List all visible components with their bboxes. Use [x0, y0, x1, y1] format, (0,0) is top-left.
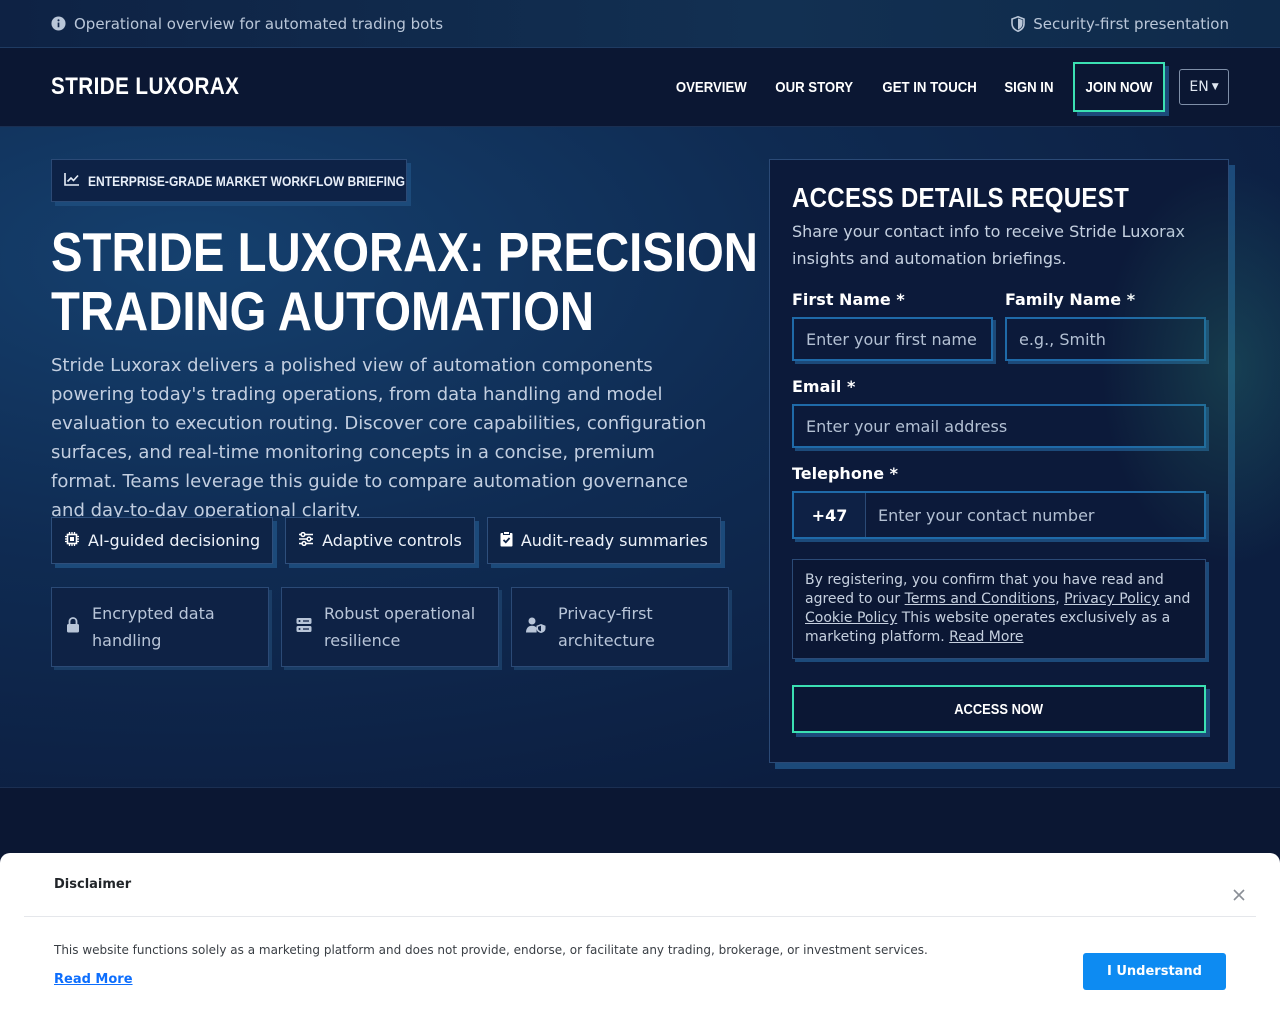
card-operational-resilience: Robust operational resilience — [281, 587, 499, 667]
info-right: Security-first presentation — [1011, 15, 1229, 33]
disclaimer-text: This website functions solely as a marke… — [54, 943, 928, 957]
first-name-input[interactable] — [792, 317, 993, 361]
form-title: ACCESS DETAILS REQUEST — [792, 182, 1130, 213]
cookie-policy-link[interactable]: Cookie Policy — [805, 610, 897, 626]
join-now-button[interactable]: JOIN NOW — [1073, 62, 1165, 112]
privacy-policy-link[interactable]: Privacy Policy — [1064, 591, 1159, 607]
chip-label: Audit-ready summaries — [520, 531, 708, 550]
telephone-input[interactable] — [866, 493, 1204, 537]
feature-chips: AI-guided decisioning Adaptive controls … — [51, 517, 721, 564]
info-text: Operational overview for automated tradi… — [74, 14, 444, 33]
card-label: Privacy-first architecture — [558, 604, 655, 650]
site-header: STRIDE LUXORAX OVERVIEW OUR STORY GET IN… — [0, 48, 1280, 127]
form-subtitle: Share your contact info to receive Strid… — [792, 222, 1186, 268]
family-name-label: Family Name * — [1005, 290, 1136, 309]
clipboard-check-icon — [500, 530, 513, 551]
card-privacy-first: Privacy-first architecture — [511, 587, 729, 667]
consent-read-more-link[interactable]: Read More — [949, 629, 1023, 645]
eyebrow-badge: ENTERPRISE-GRADE MARKET WORKFLOW BRIEFIN… — [51, 159, 407, 202]
security-text: Security-first presentation — [1033, 14, 1229, 33]
hero-title-line-2: TRADING AUTOMATION — [51, 280, 595, 342]
terms-link[interactable]: Terms and Conditions — [905, 591, 1056, 607]
logo[interactable]: STRIDE LUXORAX — [51, 73, 239, 101]
info-icon — [51, 16, 66, 31]
eyebrow-text: ENTERPRISE-GRADE MARKET WORKFLOW BRIEFIN… — [88, 172, 406, 189]
card-label: Encrypted data handling — [92, 604, 215, 650]
family-name-group: Family Name * — [1005, 290, 1206, 361]
hero-title-line-1: STRIDE LUXORAX: PRECISION — [51, 221, 758, 283]
chart-line-icon — [64, 172, 80, 189]
email-input[interactable] — [792, 404, 1206, 448]
country-code-selector[interactable]: +47 — [794, 493, 866, 537]
consent-comma: , — [1055, 591, 1065, 607]
server-icon — [296, 614, 312, 641]
first-name-label: First Name * — [792, 290, 905, 309]
hero-title: STRIDE LUXORAX: PRECISION TRADING AUTOMA… — [51, 221, 758, 342]
chip-icon — [64, 531, 80, 551]
chip-label: Adaptive controls — [322, 531, 462, 550]
chip-label: AI-guided decisioning — [88, 531, 261, 550]
hero-description: Stride Luxorax delivers a polished view … — [51, 355, 707, 521]
language-selector[interactable]: EN ▼ — [1179, 69, 1229, 105]
chip-adaptive-controls: Adaptive controls — [285, 517, 475, 564]
first-name-group: First Name * — [792, 290, 993, 361]
user-shield-icon — [526, 614, 546, 641]
caret-down-icon: ▼ — [1211, 82, 1219, 92]
telephone-group: Telephone * +47 — [792, 464, 1206, 539]
chip-audit-summaries: Audit-ready summaries — [486, 517, 721, 564]
access-request-form: ACCESS DETAILS REQUEST Share your contac… — [769, 159, 1229, 763]
email-label: Email * — [792, 377, 856, 396]
telephone-label: Telephone * — [792, 464, 898, 483]
info-bar: Operational overview for automated tradi… — [0, 0, 1280, 48]
chip-ai-decisioning: AI-guided decisioning — [51, 517, 274, 564]
nav-overview[interactable]: OVERVIEW — [676, 79, 747, 96]
card-label: Robust operational resilience — [324, 604, 476, 650]
info-left: Operational overview for automated tradi… — [51, 15, 443, 33]
nav-get-in-touch[interactable]: GET IN TOUCH — [882, 79, 976, 96]
consent-notice: By registering, you confirm that you hav… — [792, 559, 1206, 659]
main-nav: OVERVIEW OUR STORY GET IN TOUCH SIGN IN … — [653, 62, 1229, 112]
access-now-button[interactable]: ACCESS NOW — [792, 685, 1206, 733]
language-label: EN — [1189, 79, 1209, 95]
feature-cards: Encrypted data handling Robust operation… — [51, 587, 729, 667]
shield-icon — [1011, 15, 1026, 32]
join-now-label: JOIN NOW — [1085, 78, 1153, 96]
close-icon[interactable] — [1232, 887, 1246, 901]
email-group: Email * — [792, 377, 1206, 448]
telephone-field: +47 — [792, 491, 1206, 539]
access-now-label: ACCESS NOW — [954, 700, 1044, 718]
consent-and: and — [1159, 591, 1191, 607]
i-understand-button[interactable]: I Understand — [1083, 953, 1226, 990]
family-name-input[interactable] — [1005, 317, 1206, 361]
nav-sign-in[interactable]: SIGN IN — [1005, 79, 1054, 96]
disclaimer-title: Disclaimer — [24, 853, 1256, 917]
disclaimer-banner: Disclaimer This website functions solely… — [0, 853, 1280, 1024]
name-row: First Name * Family Name * — [792, 290, 1206, 361]
disclaimer-read-more-link[interactable]: Read More — [54, 972, 133, 987]
hero-section: ENTERPRISE-GRADE MARKET WORKFLOW BRIEFIN… — [0, 127, 1280, 788]
lock-icon — [66, 614, 80, 641]
nav-our-story[interactable]: OUR STORY — [775, 79, 853, 96]
card-encrypted-data: Encrypted data handling — [51, 587, 269, 667]
sliders-icon — [298, 531, 314, 550]
